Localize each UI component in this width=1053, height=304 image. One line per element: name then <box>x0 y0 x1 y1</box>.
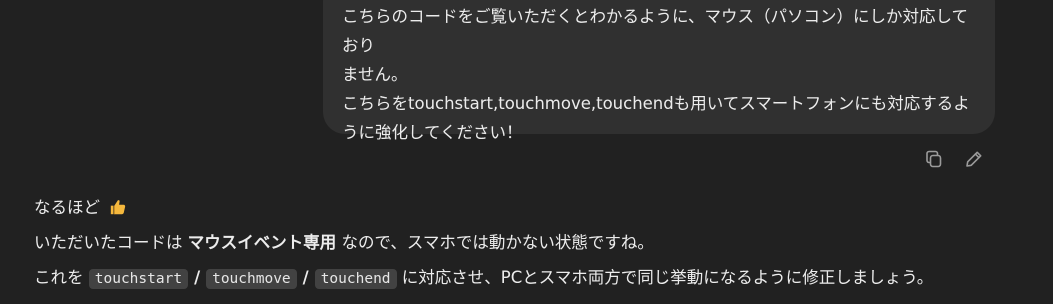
user-message-line: うに強化してください！ <box>342 123 523 142</box>
pencil-icon <box>966 151 982 167</box>
copy-icon <box>926 150 942 168</box>
assistant-line-2: いただいたコードは マウスイベント専用 なので、スマホでは動かない状態ですね。 <box>34 225 1034 260</box>
chat-view: こちらのコードをご覧いただくとわかるように、マウス（パソコン）にしか対応しており… <box>0 0 1053 304</box>
user-message-text: こちらのコードをご覧いただくとわかるように、マウス（パソコン）にしか対応しており… <box>342 2 975 147</box>
separator: / <box>302 268 309 287</box>
user-message-bubble: こちらのコードをご覧いただくとわかるように、マウス（パソコン）にしか対応しており… <box>323 0 995 142</box>
assistant-text: なるほど <box>34 198 100 217</box>
inline-code-touchend: touchend <box>314 269 397 289</box>
user-message-line: こちらのコードをご覧いただくとわかるように、マウス（パソコン）にしか対応しており <box>342 7 969 55</box>
assistant-line-3: これを touchstart / touchmove / touchend に対応させ、… <box>34 260 1034 295</box>
assistant-bold-text: マウスイベント専用 <box>187 233 337 252</box>
user-message-line: こちらをtouchstart,touchmove,touchendも用いてスマー… <box>342 94 970 113</box>
edit-button[interactable] <box>962 147 986 171</box>
user-message-line: ません。 <box>342 65 408 84</box>
assistant-text: なので、スマホでは動かない状態ですね。 <box>336 233 654 252</box>
message-actions <box>922 147 986 171</box>
assistant-text: いただいたコードは <box>34 233 188 252</box>
assistant-text: に対応させ、PCとスマホ両方で同じ挙動になるように修正しましょう。 <box>396 268 934 287</box>
inline-code-touchstart: touchstart <box>88 269 189 289</box>
assistant-text: これを <box>34 268 89 287</box>
assistant-line-1: なるほど <box>34 190 1034 225</box>
thumbs-up-icon <box>111 200 126 215</box>
inline-code-touchmove: touchmove <box>206 269 297 289</box>
assistant-message: なるほど いただいたコードは マウスイベント専用 なので、スマホでは動かない状態… <box>34 190 1034 295</box>
separator: / <box>194 268 201 287</box>
copy-button[interactable] <box>922 147 946 171</box>
